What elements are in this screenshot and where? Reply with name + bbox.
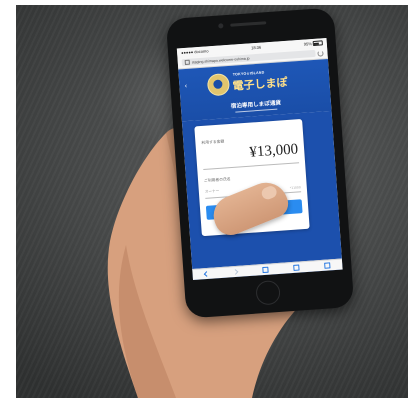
amount-value[interactable]: ¥13,000 [249, 141, 299, 161]
amount-label: 利用する金額 [201, 138, 225, 146]
logo-title: 電子しまぽ [232, 75, 288, 93]
phone-screen: ●●●●● docomo 18:36 95% staging.shimapo.w… [176, 38, 343, 280]
carrier: ●●●●● docomo [180, 48, 209, 56]
earpiece-speaker [230, 21, 267, 27]
reload-icon[interactable] [317, 49, 324, 57]
back-icon[interactable] [204, 271, 210, 277]
thumb-nail [259, 184, 279, 202]
amount-divider [203, 162, 300, 170]
lock-icon [184, 59, 190, 65]
forward-icon[interactable] [232, 269, 239, 275]
status-time: 18:36 [250, 44, 262, 51]
url-text: staging.shimapo.welcome-oshima.jp [191, 55, 250, 65]
share-icon[interactable] [262, 266, 269, 274]
home-button[interactable] [255, 279, 281, 306]
smartphone: ●●●●● docomo 18:36 95% staging.shimapo.w… [165, 7, 355, 319]
back-chevron-icon[interactable]: ‹ [184, 82, 187, 90]
user-name-placeholder: オーナー [204, 188, 220, 194]
bookmarks-icon[interactable] [292, 264, 300, 271]
battery-percent: 95% [303, 41, 312, 47]
user-name-hint: *11000 [289, 185, 301, 190]
user-name-label: ご利用者の氏名 [203, 176, 231, 183]
title-divider [235, 108, 278, 113]
logo-emblem-icon [206, 72, 231, 97]
battery-icon [312, 40, 323, 47]
tabs-icon[interactable] [323, 262, 331, 269]
photo: ●●●●● docomo 18:36 95% staging.shimapo.w… [16, 5, 408, 398]
battery-group: 95% [303, 40, 323, 47]
front-camera [218, 23, 224, 29]
